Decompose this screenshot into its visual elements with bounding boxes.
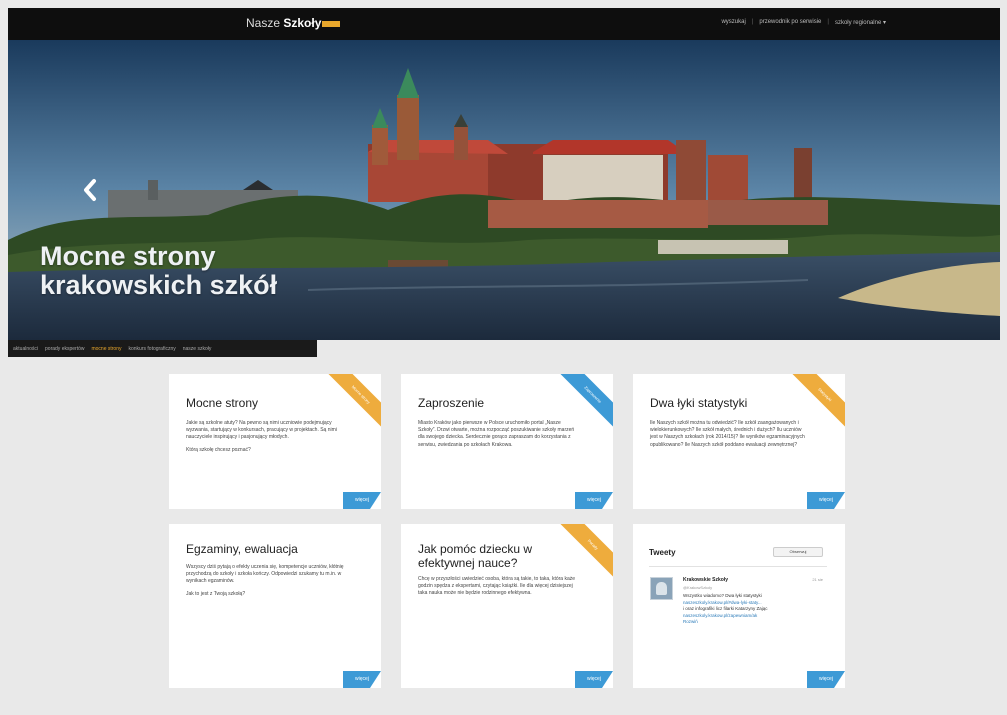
card-paragraph[interactable]: Jak to jest z Twoją szkołą?: [186, 591, 346, 598]
tweets-title: Tweety: [649, 548, 676, 557]
card-jak-pomoc-dziecku[interactable]: Porady Jak pomóc dziecku w efektywnej na…: [401, 524, 613, 688]
card-paragraph: Miasto Kraków jako pierwsze w Polsce uru…: [418, 420, 575, 448]
more-button-label: więcej: [587, 497, 601, 503]
divider: [649, 566, 827, 567]
card-paragraph: Jakie są szkolne atuty? Na pewno są nimi…: [186, 420, 337, 441]
card-text: Wszyscy dziś pytają o efekty uczenia się…: [186, 564, 346, 603]
logo-tag-icon: [322, 20, 341, 27]
card-zaproszenie[interactable]: Zaproszenie Zaproszenie Miasto Kraków ja…: [401, 374, 613, 509]
follow-button[interactable]: Obserwuj: [773, 547, 823, 557]
chevron-left-icon[interactable]: [82, 178, 98, 202]
more-button[interactable]: więcej: [807, 671, 845, 688]
logo-light-text: Nasze: [246, 16, 281, 30]
twitter-widget: Tweety Obserwuj Krakowskie Szkoły @Krako…: [633, 524, 845, 688]
card-text: Ile Naszych szkół można tu odwiedzić? Il…: [650, 420, 810, 454]
slider-tab[interactable]: aktualności: [13, 346, 38, 352]
nav-separator: |: [827, 19, 829, 25]
card-title: Mocne strony: [186, 396, 259, 410]
card-paragraph[interactable]: Którą szkołę chcesz poznać?: [186, 447, 346, 454]
slider-tabs: aktualności porady ekspertów mocne stron…: [8, 340, 317, 357]
nav-separator: |: [751, 19, 754, 25]
top-nav: wyszukaj | przewodnik po serwisie | szko…: [721, 19, 886, 26]
hero-slider: Mocne strony krakowskich szkół: [8, 40, 1000, 340]
hero-title: Mocne strony krakowskich szkół: [40, 242, 277, 300]
slider-tab[interactable]: porady ekspertów: [45, 346, 84, 352]
nav-link-search[interactable]: wyszukaj: [721, 19, 745, 26]
tweet-body: Wszystko wiadomo? Dwa łyki statystyki: [683, 593, 762, 598]
more-button[interactable]: więcej: [575, 492, 613, 509]
more-button-label: więcej: [819, 497, 833, 503]
tweet-author-handle[interactable]: @KrakowSzkoly: [683, 585, 712, 590]
logo-bold-text: Szkoły: [283, 16, 322, 30]
card-text: Chcę w przyszłości uwiedzieć osoba, któr…: [418, 576, 578, 603]
slider-tab[interactable]: konkurs fotograficzny: [129, 346, 176, 352]
avatar[interactable]: [650, 577, 673, 600]
hero-title-line: Mocne strony: [40, 241, 216, 271]
card-title: Jak pomóc dziecku w efektywnej nauce?: [418, 542, 533, 570]
more-button-label: więcej: [355, 676, 369, 682]
top-bar: Nasze Szkoły wyszukaj | przewodnik po se…: [8, 8, 1000, 40]
card-title: Dwa łyki statystyki: [650, 396, 748, 410]
card-text: Miasto Kraków jako pierwsze w Polsce uru…: [418, 420, 578, 454]
tweet-author-name[interactable]: Krakowskie Szkoły: [683, 577, 728, 583]
card-paragraph: Chcę w przyszłości uwiedzieć osoba, któr…: [418, 576, 576, 597]
more-button[interactable]: więcej: [343, 671, 381, 688]
card-dwa-lyki-statystyki[interactable]: Statystyki Dwa łyki statystyki Ile Naszy…: [633, 374, 845, 509]
more-button-label: więcej: [587, 676, 601, 682]
card-text: Jakie są szkolne atuty? Na pewno są nimi…: [186, 420, 346, 459]
slider-tab[interactable]: nasze szkoły: [183, 346, 212, 352]
card-title: Egzaminy, ewaluacja: [186, 542, 298, 556]
more-button[interactable]: więcej: [343, 492, 381, 509]
slider-tab-active[interactable]: mocne strony: [91, 346, 121, 352]
tweet-text: Wszystko wiadomo? Dwa łyki statystyki na…: [683, 593, 828, 626]
card-paragraph: Wszyscy dziś pytają o efekty uczenia się…: [186, 564, 344, 585]
more-button-label: więcej: [819, 676, 833, 682]
more-button-label: więcej: [355, 497, 369, 503]
site-logo[interactable]: Nasze Szkoły: [246, 16, 341, 30]
nav-link-guide[interactable]: przewodnik po serwisie: [759, 19, 821, 26]
card-paragraph: Ile Naszych szkół można tu odwiedzić? Il…: [650, 420, 805, 448]
hero-title-line: krakowskich szkół: [40, 270, 278, 300]
card-egzaminy[interactable]: Egzaminy, ewaluacja Wszyscy dziś pytają …: [169, 524, 381, 688]
card-mocne-strony[interactable]: Mocne strony Mocne strony Jakie są szkol…: [169, 374, 381, 509]
tweet-body: i oraz infografiki licz filarki Katarzyn…: [683, 606, 768, 611]
more-button[interactable]: więcej: [575, 671, 613, 688]
card-title: Zaproszenie: [418, 396, 485, 410]
more-button[interactable]: więcej: [807, 492, 845, 509]
tweet-time[interactable]: 21 sie: [812, 577, 823, 582]
tweet-expand-link[interactable]: Rozwiń: [683, 619, 828, 626]
nav-link-regional-schools[interactable]: szkoły regionalne ▾: [835, 19, 886, 26]
